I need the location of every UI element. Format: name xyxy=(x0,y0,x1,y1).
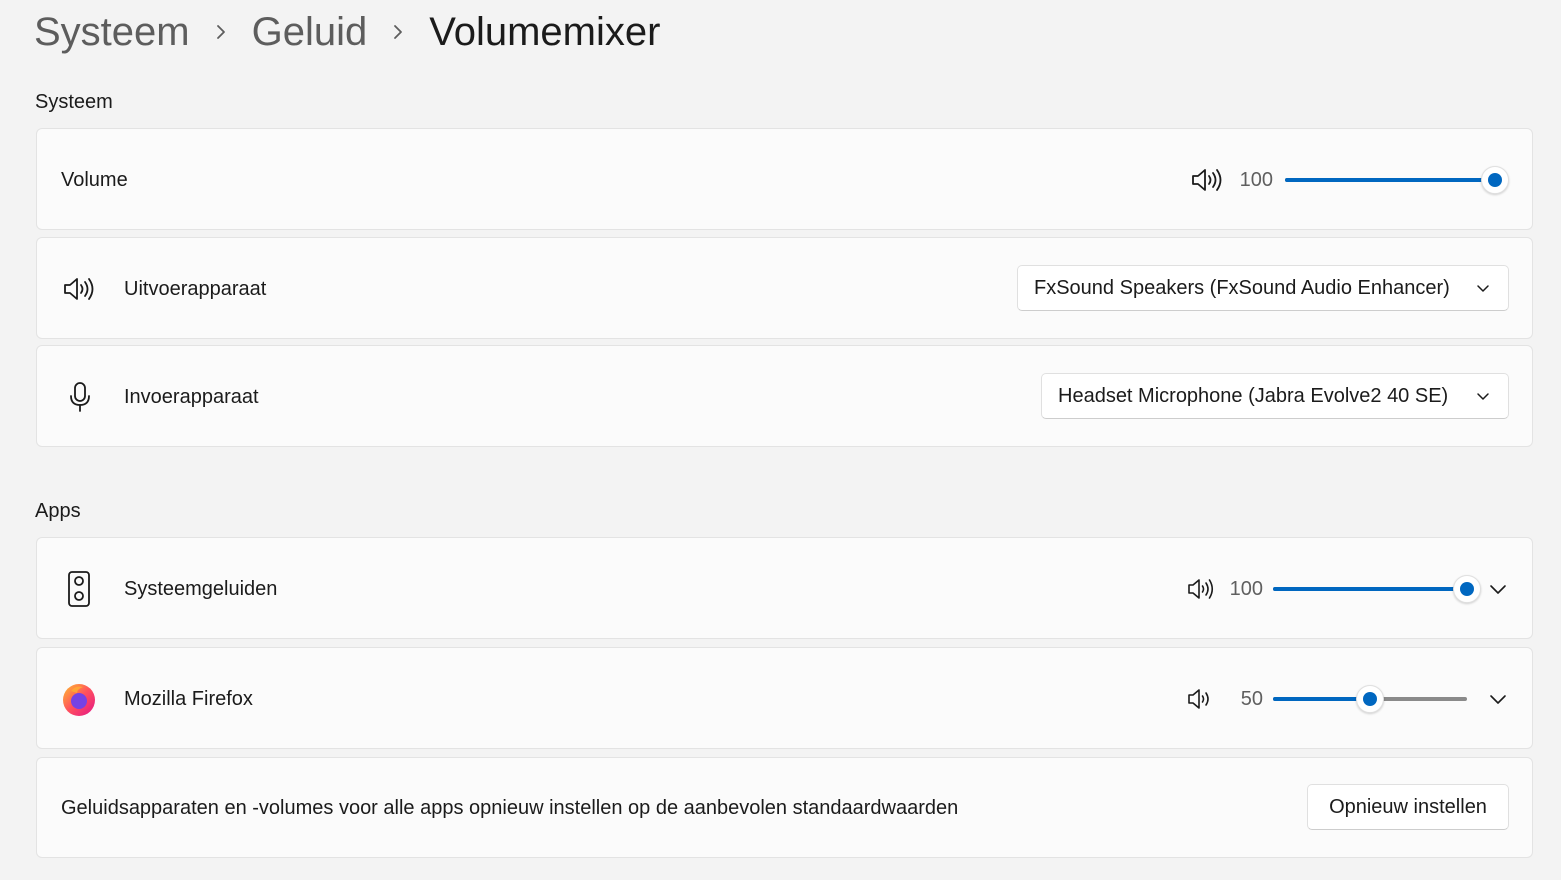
speaker-medium-icon[interactable] xyxy=(1185,687,1217,711)
app-volume-value: 100 xyxy=(1229,578,1263,600)
input-device-dropdown[interactable]: Headset Microphone (Jabra Evolve2 40 SE) xyxy=(1041,373,1509,419)
chevron-down-icon xyxy=(1472,391,1494,401)
input-device-selected: Headset Microphone (Jabra Evolve2 40 SE) xyxy=(1058,384,1449,407)
reset-button[interactable]: Opnieuw instellen xyxy=(1307,784,1509,830)
output-device-label: Uitvoerapparaat xyxy=(124,278,267,300)
chevron-right-icon xyxy=(367,22,429,42)
slider-thumb[interactable] xyxy=(1481,166,1509,194)
volume-value: 100 xyxy=(1239,169,1273,191)
chevron-down-icon xyxy=(1472,283,1494,293)
app-row-firefox: Mozilla Firefox 50 xyxy=(36,647,1533,749)
firefox-icon xyxy=(61,681,97,717)
app-row-systeemgeluiden: Systeemgeluiden 100 xyxy=(36,537,1533,639)
microphone-icon xyxy=(65,380,95,414)
app-name: Mozilla Firefox xyxy=(124,688,253,710)
system-speaker-icon xyxy=(65,569,93,609)
volume-card: Volume 100 xyxy=(36,128,1533,230)
app-name: Systeemgeluiden xyxy=(124,578,278,600)
reset-description: Geluidsapparaten en -volumes voor alle a… xyxy=(61,797,959,819)
volume-slider[interactable] xyxy=(1285,166,1509,194)
slider-fill xyxy=(1285,178,1495,182)
slider-fill xyxy=(1273,587,1467,591)
speaker-high-icon xyxy=(61,274,97,304)
volume-label: Volume xyxy=(61,169,128,191)
speaker-high-icon[interactable] xyxy=(1185,577,1217,601)
output-device-card: Uitvoerapparaat FxSound Speakers (FxSoun… xyxy=(36,237,1533,339)
app-volume-slider[interactable] xyxy=(1273,685,1467,713)
input-device-card: Invoerapparaat Headset Microphone (Jabra… xyxy=(36,345,1533,447)
section-title-apps: Apps xyxy=(35,500,81,522)
chevron-right-icon xyxy=(190,22,252,42)
breadcrumb-geluid[interactable]: Geluid xyxy=(252,6,368,58)
slider-thumb[interactable] xyxy=(1453,575,1481,603)
slider-thumb[interactable] xyxy=(1356,685,1384,713)
output-device-selected: FxSound Speakers (FxSound Audio Enhancer… xyxy=(1034,276,1450,299)
input-device-label: Invoerapparaat xyxy=(124,386,259,408)
chevron-down-icon[interactable] xyxy=(1483,574,1513,604)
app-volume-value: 50 xyxy=(1240,688,1263,710)
output-device-dropdown[interactable]: FxSound Speakers (FxSound Audio Enhancer… xyxy=(1017,265,1509,311)
speaker-high-icon[interactable] xyxy=(1187,165,1227,195)
breadcrumb-systeem[interactable]: Systeem xyxy=(34,6,190,58)
page-title: Volumemixer xyxy=(429,10,661,54)
section-title-systeem: Systeem xyxy=(35,91,113,113)
breadcrumb: Systeem Geluid Volumemixer xyxy=(34,6,660,58)
chevron-down-icon[interactable] xyxy=(1483,684,1513,714)
reset-card: Geluidsapparaten en -volumes voor alle a… xyxy=(36,757,1533,858)
app-volume-slider[interactable] xyxy=(1273,575,1481,603)
